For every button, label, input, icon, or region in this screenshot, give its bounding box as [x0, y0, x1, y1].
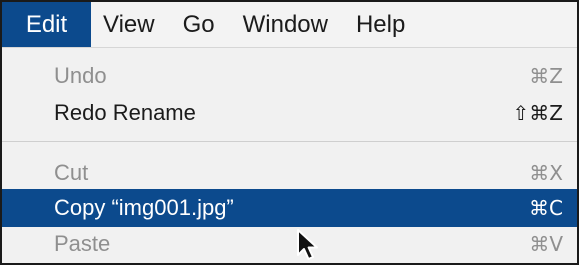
menu-item-paste[interactable]: Paste ⌘V	[2, 225, 577, 263]
menu-item-copy-shortcut: ⌘C	[529, 196, 563, 220]
menu-item-redo-shortcut: ⇧⌘Z	[512, 101, 563, 125]
menu-item-copy[interactable]: Copy “img001.jpg” ⌘C	[2, 189, 577, 227]
menu-item-redo-label: Redo Rename	[54, 100, 196, 125]
menu-bar: Edit View Go Window Help	[2, 2, 577, 48]
menu-go[interactable]: Go	[169, 2, 229, 47]
menu-separator	[2, 141, 577, 142]
menu-item-paste-shortcut: ⌘V	[529, 232, 563, 256]
edit-menu-dropdown: Undo ⌘Z Redo Rename ⇧⌘Z Cut ⌘X Copy “img…	[2, 48, 577, 263]
menu-item-cut[interactable]: Cut ⌘X	[2, 154, 577, 192]
menu-item-undo[interactable]: Undo ⌘Z	[2, 57, 577, 95]
menu-item-cut-label: Cut	[54, 160, 89, 185]
menu-help[interactable]: Help	[342, 2, 419, 47]
menu-item-redo-rename[interactable]: Redo Rename ⇧⌘Z	[2, 94, 577, 132]
arrow-pointer-icon	[297, 229, 318, 260]
menu-item-copy-label: Copy “img001.jpg”	[54, 195, 234, 220]
menu-edit[interactable]: Edit	[2, 2, 91, 47]
menu-item-undo-label: Undo	[54, 63, 107, 88]
menu-item-paste-label: Paste	[54, 231, 111, 256]
menu-view[interactable]: View	[91, 2, 169, 47]
menu-item-cut-shortcut: ⌘X	[529, 161, 563, 185]
screenshot-frame: Edit View Go Window Help Undo ⌘Z Redo Re…	[0, 0, 579, 265]
menu-window[interactable]: Window	[229, 2, 342, 47]
menu-item-undo-shortcut: ⌘Z	[529, 64, 563, 88]
